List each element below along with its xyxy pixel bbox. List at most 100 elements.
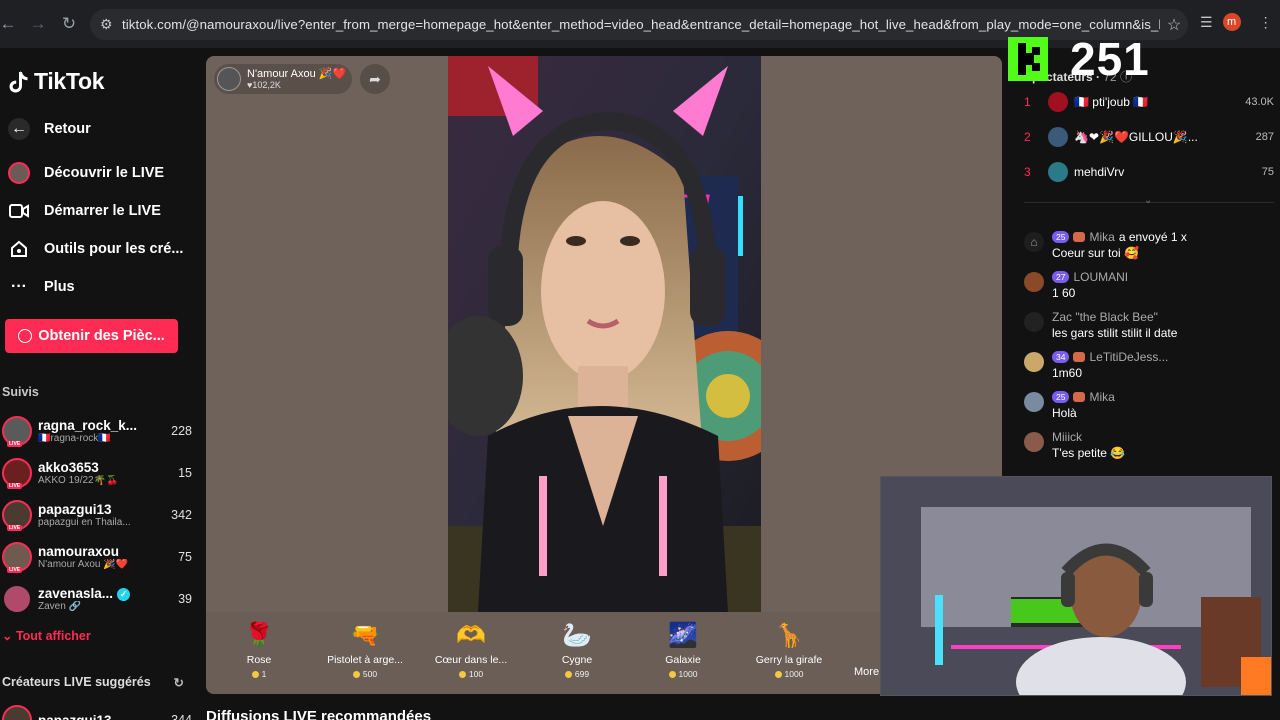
- get-coins-button[interactable]: Obtenir des Pièc...: [5, 319, 178, 353]
- avatar: LIVE: [2, 500, 32, 531]
- reload-icon[interactable]: ↻: [53, 8, 85, 40]
- chevron-down-icon[interactable]: ⌄: [1144, 195, 1152, 206]
- nav-more[interactable]: ··· Plus: [8, 276, 75, 298]
- top-viewer-row[interactable]: 3 mehdiVrv 75: [1024, 160, 1274, 184]
- top-viewer-row[interactable]: 2 🦄❤🎉❤️GILLOU🎉... 287: [1024, 125, 1274, 149]
- rank-number: 1: [1024, 95, 1031, 109]
- host-info[interactable]: N'amour Axou 🎉❤️ ♥102,2K: [214, 64, 352, 94]
- viewer-name: 🇫🇷 pti'joub 🇫🇷: [1074, 95, 1149, 109]
- avatar: LIVE: [2, 416, 32, 447]
- avatar[interactable]: [1024, 312, 1044, 332]
- viewer-score: 287: [1255, 131, 1274, 143]
- tiktok-logo[interactable]: TikTok: [8, 68, 105, 95]
- chat-user[interactable]: Mika: [1089, 230, 1114, 244]
- gift-box-icon: ⌂: [1024, 232, 1044, 252]
- chevron-down-icon: ⌄: [2, 629, 16, 643]
- following-item[interactable]: LIVE namouraxou N'amour Axou 🎉❤️ 75: [2, 539, 192, 575]
- avatar[interactable]: [1024, 432, 1044, 452]
- webcam-overlay: [880, 476, 1272, 696]
- host-avatar[interactable]: [217, 67, 241, 91]
- avatar[interactable]: [1024, 272, 1044, 292]
- rank-number: 2: [1024, 130, 1031, 144]
- chat-inline-text: a envoyé 1 x: [1118, 230, 1187, 244]
- nav-creator-tools[interactable]: Outils pour les cré...: [8, 238, 183, 260]
- following-item[interactable]: zavenasla... ✓ Zaven 🔗 39: [2, 581, 192, 617]
- gift-name: Pistolet à arge...: [327, 654, 403, 666]
- back-link[interactable]: ← Retour: [8, 118, 91, 140]
- suggested-item[interactable]: papazgui13 344: [2, 702, 192, 720]
- nav-creator-tools-label: Outils pour les cré...: [44, 241, 184, 257]
- live-video[interactable]: [448, 56, 761, 612]
- kick-logo-icon: [1008, 37, 1048, 81]
- chat-user[interactable]: Zac "the Black Bee": [1052, 310, 1158, 324]
- host-likes: ♥102,2K: [247, 80, 281, 90]
- heart-badge-icon: [1073, 352, 1086, 362]
- bookmark-star-icon[interactable]: ☆: [1160, 15, 1188, 35]
- refresh-icon[interactable]: ↻: [174, 675, 184, 690]
- chat-user[interactable]: Miiick: [1052, 430, 1082, 444]
- avatar: [1048, 92, 1068, 112]
- top-viewer-row[interactable]: 1 🇫🇷 pti'joub 🇫🇷 43.0K: [1024, 90, 1274, 114]
- gift-item[interactable]: 🦢 Cygne 699: [524, 612, 630, 694]
- chat-text: 1m60: [1052, 366, 1083, 380]
- nav-discover-live[interactable]: Découvrir le LIVE: [8, 162, 164, 184]
- level-badge: 25: [1052, 231, 1070, 243]
- gift-price: 500: [352, 669, 377, 679]
- gift-item[interactable]: 🦒 Gerry la girafe 1000: [736, 612, 842, 694]
- viewer-count: 228: [171, 424, 192, 438]
- gift-price: 1000: [774, 669, 803, 679]
- chat-message: ⌂ 25 Mika a envoyé 1 x Coeur sur toi 🥰: [1024, 230, 1276, 260]
- heart-hands-icon: 🫶: [456, 621, 486, 649]
- gift-item[interactable]: 🫶 Cœur dans le... 100: [418, 612, 524, 694]
- coin-icon: [18, 329, 33, 343]
- following-item[interactable]: LIVE akko3653 AKKO 19/22🌴🍒 15: [2, 455, 192, 491]
- avatar[interactable]: [1024, 352, 1044, 372]
- money-gun-icon: 🔫: [350, 621, 380, 649]
- reading-list-icon[interactable]: ☰: [1200, 14, 1213, 31]
- chat-user[interactable]: LOUMANI: [1073, 270, 1128, 284]
- avatar: [2, 584, 32, 614]
- show-all-link[interactable]: ⌄ Tout afficher: [2, 628, 91, 643]
- get-coins-label: Obtenir des Pièc...: [38, 328, 165, 344]
- level-badge: 34: [1052, 351, 1070, 363]
- following-name: ragna_rock_k...: [38, 418, 138, 433]
- rank-number: 3: [1024, 165, 1031, 179]
- share-button[interactable]: ➦: [360, 64, 390, 94]
- gift-item[interactable]: 🌌 Galaxie 1000: [630, 612, 736, 694]
- following-item[interactable]: LIVE papazgui13 papazgui en Thaila... 342: [2, 497, 192, 533]
- viewer-score: 75: [1261, 166, 1274, 178]
- nav-start-live[interactable]: Démarrer le LIVE: [8, 200, 161, 222]
- gift-item[interactable]: 🔫 Pistolet à arge... 500: [312, 612, 418, 694]
- more-gifts-button[interactable]: More: [854, 666, 879, 678]
- viewer-count: 15: [178, 466, 192, 480]
- host-name: N'amour Axou 🎉❤️: [247, 68, 347, 80]
- logo-text: TikTok: [34, 68, 105, 94]
- chat-message: 27 LOUMANI 1 60: [1024, 270, 1276, 300]
- level-badge: 27: [1052, 271, 1070, 283]
- chat-text: 1 60: [1052, 286, 1076, 300]
- forward-arrow-icon[interactable]: →: [22, 8, 54, 40]
- profile-avatar[interactable]: m: [1222, 13, 1241, 31]
- left-sidebar: TikTok ← Retour Découvrir le LIVE Démarr…: [0, 48, 200, 720]
- recommended-lives-heading: Diffusions LIVE recommandées: [206, 708, 432, 720]
- level-badge: 25: [1052, 391, 1070, 403]
- following-item[interactable]: LIVE ragna_rock_k... 🇫🇷ragna-rock🇫🇷 228: [2, 413, 192, 449]
- viewer-count: 39: [178, 592, 192, 606]
- gift-item[interactable]: 🌹 Rose 1: [206, 612, 312, 694]
- following-title: Zaven 🔗: [38, 601, 82, 612]
- nav-start-live-label: Démarrer le LIVE: [44, 203, 161, 219]
- viewer-name: 🦄❤🎉❤️GILLOU🎉...: [1074, 130, 1198, 144]
- avatar: [1048, 127, 1068, 147]
- share-arrow-icon: ➦: [369, 70, 381, 87]
- avatar[interactable]: [1024, 392, 1044, 412]
- back-arrow-icon[interactable]: ←: [0, 8, 24, 40]
- chat-user[interactable]: Mika: [1089, 390, 1114, 404]
- following-name: papazgui13: [38, 502, 112, 517]
- chat-user[interactable]: LeTitiDeJess...: [1089, 350, 1168, 364]
- swan-icon: 🦢: [562, 621, 592, 649]
- chat-text: T'es petite 😂: [1052, 446, 1126, 460]
- menu-dots-icon[interactable]: ⋮: [1259, 14, 1273, 31]
- gift-name: Cœur dans le...: [434, 654, 508, 666]
- gift-price: 699: [564, 669, 589, 679]
- site-settings-icon[interactable]: ⚙: [100, 16, 122, 33]
